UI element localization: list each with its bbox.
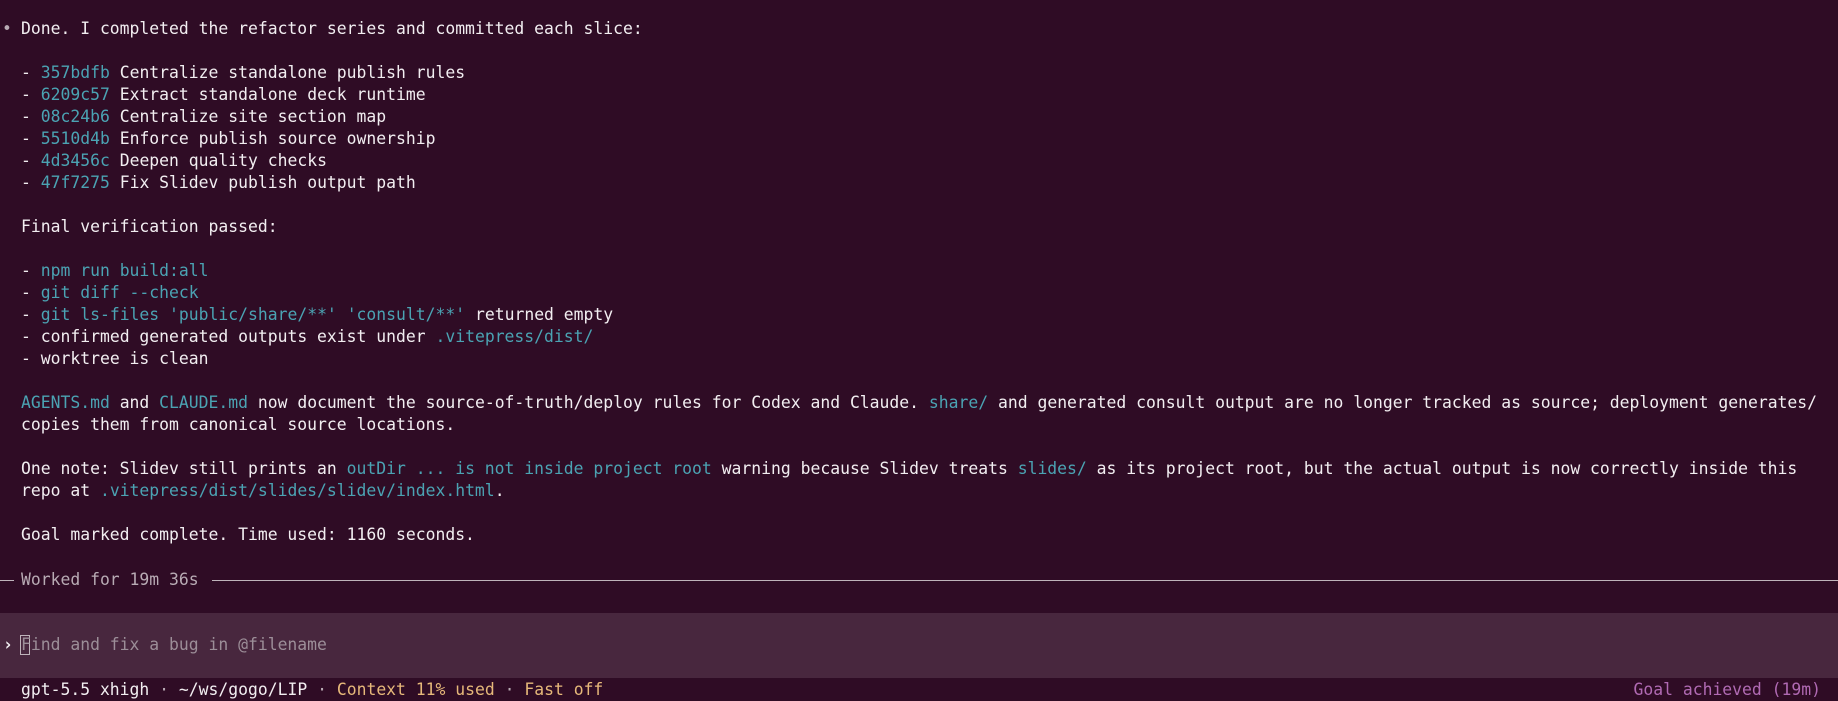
- paragraph-text: and: [119, 393, 150, 412]
- paragraph-text: repo at: [21, 481, 91, 500]
- status-separator: ·: [504, 680, 515, 699]
- working-directory: ~/ws/gogo/LIP: [178, 680, 308, 699]
- commit-item: - 357bdfb Centralize standalone publish …: [21, 63, 466, 82]
- commit-item: - 4d3456c Deepen quality checks: [21, 151, 327, 170]
- divider-rule-right: [212, 580, 1838, 581]
- commit-hash: 47f7275: [40, 173, 110, 192]
- paragraph-text: One note: Slidev still prints an: [21, 459, 337, 478]
- commit-message: Centralize site section map: [119, 107, 387, 126]
- warning-ref: outDir ... is not inside project root: [346, 459, 712, 478]
- commit-message: Fix Slidev publish output path: [119, 173, 416, 192]
- paragraph-text: .: [494, 481, 505, 500]
- verification-result: returned empty: [474, 305, 614, 324]
- file-ref: AGENTS.md: [21, 393, 110, 412]
- commit-item: - 5510d4b Enforce publish source ownersh…: [21, 129, 436, 148]
- model-label: gpt-5.5 xhigh: [21, 680, 150, 699]
- path-ref: share/: [928, 393, 989, 412]
- paragraph-note-line-2: repo at .vitepress/dist/slides/slidev/in…: [21, 480, 505, 502]
- commit-message: Deepen quality checks: [119, 151, 327, 170]
- goal-status: Goal achieved (19m): [1633, 680, 1822, 699]
- status-bar: gpt-5.5 xhigh · ~/ws/gogo/LIP · Context …: [21, 679, 603, 701]
- verification-text: confirmed generated outputs exist under: [40, 327, 426, 346]
- commit-item: - 08c24b6 Centralize site section map: [21, 107, 387, 126]
- commit-hash: 357bdfb: [40, 63, 110, 82]
- worked-divider: Worked for 19m 36s: [0, 569, 1838, 591]
- goal-line: Goal marked complete. Time used: 1160 se…: [21, 525, 475, 544]
- commit-message: Enforce publish source ownership: [119, 129, 436, 148]
- verification-item: - git diff --check: [21, 283, 199, 302]
- verification-text: worktree is clean: [40, 349, 209, 368]
- status-separator: ·: [317, 680, 327, 699]
- commit-hash: 6209c57: [40, 85, 110, 104]
- commit-item: - 6209c57 Extract standalone deck runtim…: [21, 85, 426, 104]
- commit-message: Centralize standalone publish rules: [119, 63, 466, 82]
- prompt-arrow-icon: ›: [3, 635, 13, 654]
- verification-command: git ls-files: [40, 305, 160, 324]
- paragraph-text: and generated consult output are no long…: [997, 393, 1818, 412]
- verification-item: - npm run build:all: [21, 261, 209, 280]
- commit-message: Extract standalone deck runtime: [119, 85, 426, 104]
- commit-hash: 4d3456c: [40, 151, 110, 170]
- composer: ›: [0, 613, 1838, 678]
- verification-path: .vitepress/dist/: [435, 327, 594, 346]
- paragraph-docs-line-2: copies them from canonical source locati…: [21, 415, 456, 434]
- message-bullet: •: [2, 19, 12, 38]
- verification-command-arg: 'public/share/**': [169, 305, 337, 324]
- fast-mode-status: Fast off: [524, 680, 604, 699]
- paragraph-text: as its project root, but the actual outp…: [1096, 459, 1798, 478]
- path-ref: slides/: [1017, 459, 1087, 478]
- status-separator: ·: [159, 680, 170, 699]
- verification-command-arg: 'consult/**': [346, 305, 466, 324]
- paragraph-docs-line-1: AGENTS.md and CLAUDE.md now document the…: [21, 392, 1817, 414]
- verification-item: - git ls-files 'public/share/**' 'consul…: [21, 305, 614, 324]
- paragraph-text: now document the source-of-truth/deploy …: [257, 393, 920, 412]
- composer-input[interactable]: [21, 634, 1801, 656]
- message-intro: Done. I completed the refactor series an…: [21, 19, 643, 38]
- paragraph-text: warning because Slidev treats: [721, 459, 1008, 478]
- context-usage: Context 11% used: [336, 680, 495, 699]
- commit-item: - 47f7275 Fix Slidev publish output path: [21, 173, 416, 192]
- verification-item: - worktree is clean: [21, 349, 209, 368]
- worked-label: Worked for 19m 36s: [21, 570, 199, 589]
- verification-command: npm run build:all: [40, 261, 209, 280]
- commit-hash: 5510d4b: [40, 129, 110, 148]
- commit-hash: 08c24b6: [40, 107, 110, 126]
- verification-command: git diff --check: [40, 283, 199, 302]
- verification-heading: Final verification passed:: [21, 217, 278, 236]
- divider-rule-left: [0, 580, 14, 581]
- path-ref: .vitepress/dist/slides/slidev/index.html: [99, 481, 495, 500]
- paragraph-note-line-1: One note: Slidev still prints an outDir …: [21, 458, 1797, 480]
- file-ref: CLAUDE.md: [159, 393, 248, 412]
- verification-item: - confirmed generated outputs exist unde…: [21, 327, 594, 346]
